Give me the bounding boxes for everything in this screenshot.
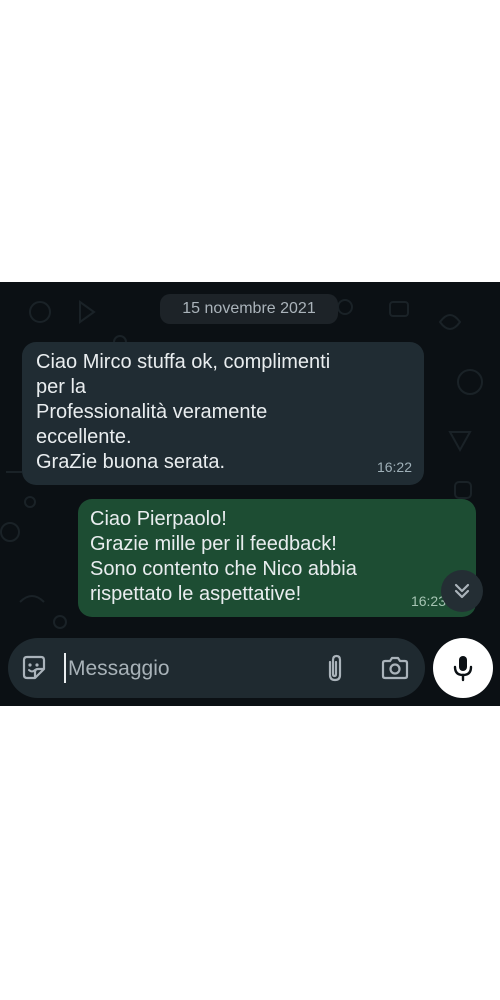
outgoing-message-bubble[interactable]: Ciao Pierpaolo! Grazie mille per il feed… [78, 499, 476, 617]
message-line: Grazie mille per il feedback! [90, 533, 337, 555]
message-line: Ciao Pierpaolo! [90, 508, 227, 530]
message-line: per la [36, 376, 87, 398]
message-input[interactable] [66, 648, 310, 690]
date-separator: 15 novembre 2021 [160, 294, 338, 324]
microphone-icon [453, 656, 473, 682]
sticker-icon[interactable] [20, 654, 48, 682]
message-line: GraZie buona serata. [36, 451, 225, 473]
chat-area: 15 novembre 2021 Ciao Mirco stuffa ok, c… [0, 282, 500, 706]
message-composer [8, 638, 425, 698]
camera-icon[interactable] [380, 654, 410, 682]
message-line: rispettato le aspettative! [90, 583, 302, 605]
paperclip-icon[interactable] [322, 653, 348, 683]
incoming-message-bubble[interactable]: Ciao Mirco stuffa ok, complimenti per la… [22, 342, 424, 485]
voice-message-button[interactable] [433, 638, 493, 698]
message-line: eccellente. [36, 426, 132, 448]
double-chevron-down-icon [454, 583, 470, 599]
message-timestamp: 16:22 [376, 459, 412, 475]
scroll-to-bottom-button[interactable] [441, 570, 483, 612]
message-line: Professionalità veramente [36, 401, 268, 423]
message-line: Sono contento che Nico abbia [90, 558, 357, 580]
message-line: Ciao Mirco stuffa ok, complimenti [36, 351, 331, 373]
